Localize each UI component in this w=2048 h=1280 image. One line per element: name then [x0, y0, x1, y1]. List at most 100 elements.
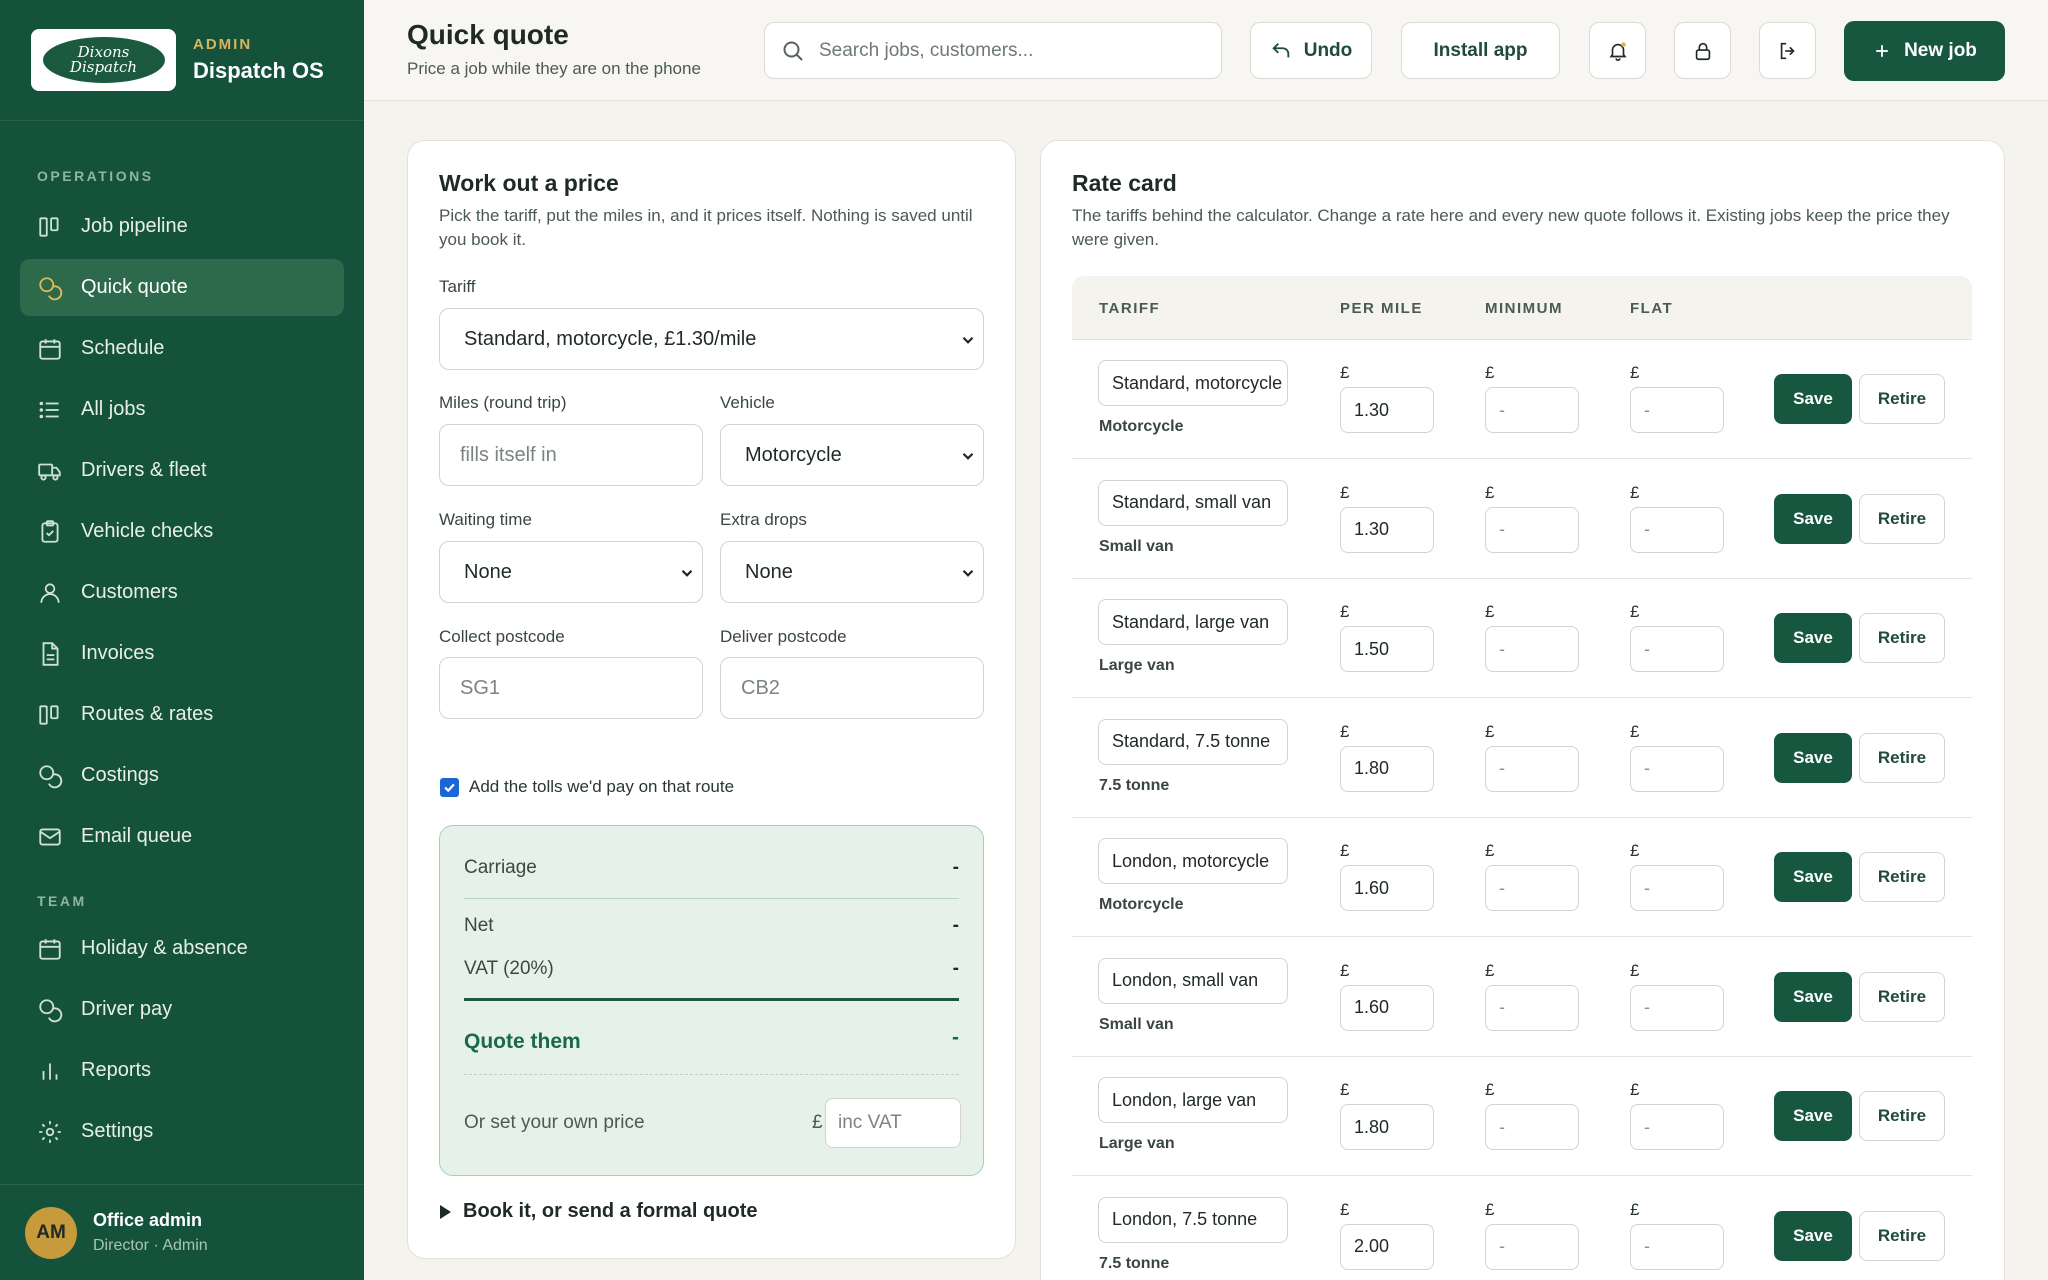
flat-input[interactable]	[1630, 626, 1724, 672]
net-row: Net -	[464, 915, 959, 937]
save-button[interactable]: Save	[1774, 1210, 1852, 1261]
retire-button[interactable]: Retire	[1859, 1091, 1945, 1141]
per-mile-input[interactable]	[1340, 745, 1434, 792]
tariff-name-input[interactable]	[1098, 360, 1288, 406]
collect-postcode-input[interactable]	[439, 657, 703, 719]
vehicle-select[interactable]: Motorcycle	[720, 424, 984, 486]
sidebar-item-invoices[interactable]: Invoices	[20, 625, 344, 682]
tariff-name-input[interactable]	[1098, 479, 1288, 526]
per-mile-input[interactable]	[1340, 865, 1434, 911]
sidebar-item-driver-pay[interactable]: Driver pay	[20, 981, 344, 1038]
currency-symbol: £	[1630, 1080, 1640, 1099]
undo-button[interactable]: Undo	[1250, 22, 1372, 79]
new-job-button[interactable]: New job	[1844, 21, 2005, 81]
install-app-button[interactable]: Install app	[1401, 22, 1560, 79]
deliver-postcode-input[interactable]	[720, 657, 984, 719]
tariff-name-input[interactable]	[1098, 1196, 1288, 1243]
logout-button[interactable]	[1759, 22, 1816, 79]
flat-input[interactable]	[1630, 865, 1724, 911]
tariff-name-input[interactable]	[1098, 957, 1288, 1004]
net-label: Net	[464, 915, 494, 936]
minimum-input[interactable]	[1485, 1104, 1579, 1150]
vat-label: VAT (20%)	[464, 958, 554, 979]
tariff-name-input[interactable]	[1098, 718, 1288, 765]
lock-button[interactable]	[1674, 22, 1731, 79]
rate-row: Large van £ £ £ SaveRetire	[1072, 579, 1972, 698]
sidebar-item-customers[interactable]: Customers	[20, 564, 344, 621]
per-mile-input[interactable]	[1340, 1223, 1434, 1270]
sidebar-item-job-pipeline[interactable]: Job pipeline	[20, 198, 344, 255]
sidebar-item-settings[interactable]: Settings	[20, 1103, 344, 1160]
logo[interactable]: Dixons Dispatch	[31, 29, 176, 91]
user-profile[interactable]: AM Office admin Director · Admin	[0, 1184, 364, 1280]
sidebar-item-email-queue[interactable]: Email queue	[20, 808, 344, 865]
tariff-name-input[interactable]	[1098, 1077, 1288, 1123]
sidebar-item-quick-quote[interactable]: Quick quote	[20, 259, 344, 316]
flat-input[interactable]	[1630, 506, 1724, 553]
save-button[interactable]: Save	[1774, 852, 1852, 902]
save-button[interactable]: Save	[1774, 732, 1852, 783]
checkmark-icon	[444, 783, 455, 793]
sidebar-item-vehicle-checks[interactable]: Vehicle checks	[20, 503, 344, 560]
waiting-time-label: Waiting time	[439, 510, 532, 529]
save-button[interactable]: Save	[1774, 613, 1852, 663]
retire-button[interactable]: Retire	[1859, 374, 1945, 424]
retire-button[interactable]: Retire	[1859, 1210, 1945, 1261]
per-mile-input[interactable]	[1340, 626, 1434, 672]
waiting-time-select[interactable]: None	[439, 541, 703, 603]
book-quote-toggle[interactable]: Book it, or send a formal quote	[440, 1200, 757, 1223]
save-button[interactable]: Save	[1774, 1091, 1852, 1141]
sidebar-item-all-jobs[interactable]: All jobs	[20, 381, 344, 438]
notifications-button[interactable]	[1589, 22, 1646, 79]
tolls-checkbox[interactable]	[440, 778, 459, 797]
tariff-name-input[interactable]	[1098, 599, 1288, 645]
sidebar-item-costings[interactable]: Costings	[20, 747, 344, 804]
tariff-name-input[interactable]	[1098, 838, 1288, 884]
search-box[interactable]	[764, 22, 1222, 79]
save-button[interactable]: Save	[1774, 493, 1852, 544]
extra-drops-select[interactable]: None	[720, 541, 984, 603]
save-button[interactable]: Save	[1774, 971, 1852, 1022]
per-mile-input[interactable]	[1340, 984, 1434, 1031]
minimum-input[interactable]	[1485, 626, 1579, 672]
coins-icon	[39, 998, 63, 1022]
sidebar-item-schedule[interactable]: Schedule	[20, 320, 344, 377]
search-input[interactable]	[819, 39, 1199, 62]
flat-input[interactable]	[1630, 1223, 1724, 1270]
deliver-postcode-label: Deliver postcode	[720, 627, 847, 646]
flat-input[interactable]	[1630, 745, 1724, 792]
gear-icon	[39, 1120, 61, 1143]
plus-icon	[1876, 45, 1888, 57]
retire-button[interactable]: Retire	[1859, 971, 1945, 1022]
minimum-input[interactable]	[1485, 745, 1579, 792]
flat-input[interactable]	[1630, 1104, 1724, 1150]
sidebar-item-holiday-absence[interactable]: Holiday & absence	[20, 920, 344, 977]
tariff-select[interactable]: Standard, motorcycle, £1.30/mile	[439, 308, 984, 370]
col-tariff: TARIFF	[1099, 300, 1161, 317]
minimum-input[interactable]	[1485, 984, 1579, 1031]
sidebar-item-drivers-fleet[interactable]: Drivers & fleet	[20, 442, 344, 499]
minimum-input[interactable]	[1485, 865, 1579, 911]
flat-input[interactable]	[1630, 984, 1724, 1031]
minimum-input[interactable]	[1485, 506, 1579, 553]
miles-input[interactable]	[439, 424, 703, 486]
own-price-input[interactable]	[825, 1098, 961, 1148]
retire-button[interactable]: Retire	[1859, 732, 1945, 783]
per-mile-input[interactable]	[1340, 1104, 1434, 1150]
sidebar-item-reports[interactable]: Reports	[20, 1042, 344, 1099]
retire-button[interactable]: Retire	[1859, 613, 1945, 663]
sidebar-item-label: All jobs	[81, 398, 146, 420]
vat-row: VAT (20%) -	[464, 958, 959, 980]
retire-button[interactable]: Retire	[1859, 493, 1945, 544]
flat-input[interactable]	[1630, 387, 1724, 433]
retire-button[interactable]: Retire	[1859, 852, 1945, 902]
per-mile-input[interactable]	[1340, 387, 1434, 433]
sidebar-item-routes-rates[interactable]: Routes & rates	[20, 686, 344, 743]
col-per-mile: PER MILE	[1340, 300, 1423, 317]
minimum-input[interactable]	[1485, 1223, 1579, 1270]
topbar: Quick quote Price a job while they are o…	[364, 0, 2048, 101]
quote-icon	[39, 276, 63, 300]
save-button[interactable]: Save	[1774, 374, 1852, 424]
per-mile-input[interactable]	[1340, 506, 1434, 553]
minimum-input[interactable]	[1485, 387, 1579, 433]
